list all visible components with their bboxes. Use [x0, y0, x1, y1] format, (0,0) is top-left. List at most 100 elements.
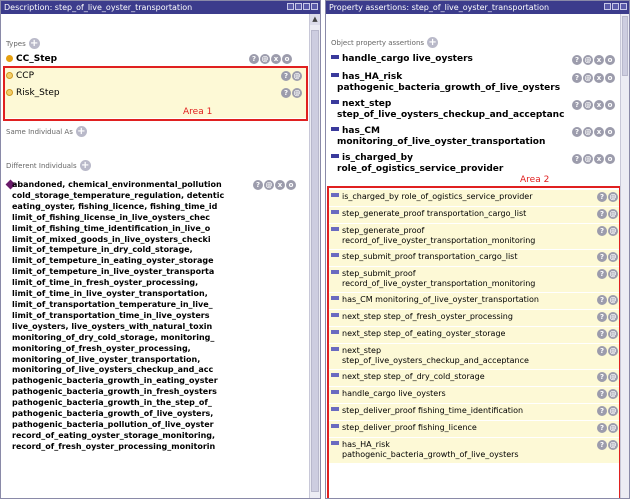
- scroll-up-icon[interactable]: ▲: [310, 14, 320, 25]
- edit-icon[interactable]: @: [583, 73, 593, 83]
- inferred-assertion-row[interactable]: next_step step_of_eating_oyster_storage: [331, 329, 505, 339]
- edit-icon[interactable]: @: [608, 312, 618, 322]
- help-icon[interactable]: ?: [597, 252, 607, 262]
- edit-icon[interactable]: @: [608, 406, 618, 416]
- edit-icon[interactable]: @: [608, 192, 618, 202]
- window-button-icon[interactable]: [303, 3, 310, 10]
- edit-icon[interactable]: @: [608, 252, 618, 262]
- help-icon[interactable]: ?: [597, 192, 607, 202]
- help-icon[interactable]: ?: [597, 295, 607, 305]
- inferred-assertion-row[interactable]: step_submit_proof record_of_live_oyster_t…: [331, 269, 535, 289]
- help-icon[interactable]: ?: [597, 423, 607, 433]
- help-icon[interactable]: ?: [572, 154, 582, 164]
- edit-icon[interactable]: @: [608, 329, 618, 339]
- add-type-icon[interactable]: +: [28, 38, 40, 49]
- help-icon[interactable]: ?: [572, 55, 582, 65]
- help-icon[interactable]: ?: [597, 406, 607, 416]
- help-icon[interactable]: ?: [572, 100, 582, 110]
- edit-icon[interactable]: @: [608, 372, 618, 382]
- edit-icon[interactable]: @: [260, 54, 270, 64]
- help-icon[interactable]: ?: [597, 329, 607, 339]
- property-assertion-row[interactable]: has_HA_risk pathogenic_bacteria_growth_of…: [331, 72, 560, 94]
- help-icon[interactable]: ?: [597, 269, 607, 279]
- edit-icon[interactable]: @: [608, 226, 618, 236]
- confirm-icon[interactable]: o: [605, 127, 615, 137]
- inferred-assertion-row[interactable]: next_step step_of_dry_cold_storage: [331, 372, 485, 382]
- inferred-assertion-row[interactable]: handle_cargo live_oysters: [331, 389, 446, 399]
- edit-icon[interactable]: @: [583, 55, 593, 65]
- inferred-assertion-row[interactable]: next_step step_of_fresh_oyster_processin…: [331, 312, 513, 322]
- help-icon[interactable]: ?: [597, 346, 607, 356]
- window-button-icon[interactable]: [311, 3, 318, 10]
- help-icon[interactable]: ?: [597, 372, 607, 382]
- help-icon[interactable]: ?: [249, 54, 259, 64]
- help-icon[interactable]: ?: [572, 127, 582, 137]
- edit-icon[interactable]: @: [608, 346, 618, 356]
- property-value: step_of_live_oysters_checkup_and_accepta…: [337, 110, 565, 120]
- confirm-icon[interactable]: o: [605, 154, 615, 164]
- inferred-assertion-row[interactable]: has_HA_risk pathogenic_bacteria_growth_of…: [331, 440, 519, 460]
- scroll-thumb[interactable]: [622, 16, 628, 76]
- edit-icon[interactable]: @: [264, 180, 274, 190]
- remove-icon[interactable]: x: [271, 54, 281, 64]
- window-button-icon[interactable]: [295, 3, 302, 10]
- help-icon[interactable]: ?: [597, 209, 607, 219]
- property-assertion-row[interactable]: has_CM monitoring_of_live_oyster_transpor…: [331, 126, 545, 148]
- help-icon[interactable]: ?: [572, 73, 582, 83]
- inferred-assertion-row[interactable]: is_charged_by role_of_ogistics_service_p…: [331, 192, 532, 202]
- edit-icon[interactable]: @: [583, 154, 593, 164]
- inferred-assertion-row[interactable]: step_submit_proof transportation_cargo_l…: [331, 252, 517, 262]
- edit-icon[interactable]: @: [583, 100, 593, 110]
- help-icon[interactable]: ?: [597, 226, 607, 236]
- edit-icon[interactable]: @: [583, 127, 593, 137]
- confirm-icon[interactable]: o: [605, 55, 615, 65]
- inferred-assertion-row[interactable]: step_generate_proof transportation_cargo…: [331, 209, 526, 219]
- edit-icon[interactable]: @: [608, 440, 618, 450]
- help-icon[interactable]: ?: [597, 312, 607, 322]
- confirm-icon[interactable]: o: [605, 73, 615, 83]
- property-name: has_CM: [342, 126, 380, 136]
- add-assertion-icon[interactable]: +: [427, 37, 439, 48]
- confirm-icon[interactable]: o: [286, 180, 296, 190]
- type-item-cc-step[interactable]: CC_Step: [6, 54, 57, 65]
- description-scrollbar[interactable]: ▲: [309, 14, 320, 498]
- remove-icon[interactable]: x: [594, 73, 604, 83]
- property-scrollbar[interactable]: [620, 14, 629, 498]
- remove-icon[interactable]: x: [594, 127, 604, 137]
- window-button-icon[interactable]: [287, 3, 294, 10]
- confirm-icon[interactable]: o: [282, 54, 292, 64]
- help-icon[interactable]: ?: [253, 180, 263, 190]
- add-different-individual-icon[interactable]: +: [79, 160, 91, 171]
- edit-icon[interactable]: @: [608, 389, 618, 399]
- help-icon[interactable]: ?: [597, 389, 607, 399]
- remove-icon[interactable]: x: [594, 100, 604, 110]
- help-icon[interactable]: ?: [597, 440, 607, 450]
- window-button-icon[interactable]: [620, 3, 627, 10]
- remove-icon[interactable]: x: [594, 154, 604, 164]
- add-same-individual-icon[interactable]: +: [75, 126, 87, 137]
- property-assertion-row[interactable]: handle_cargo live_oysters: [331, 54, 473, 65]
- inferred-assertion-row[interactable]: next_step step_of_live_oysters_checkup_an…: [331, 346, 529, 366]
- window-button-icon[interactable]: [612, 3, 619, 10]
- inferred-assertion-row[interactable]: step_deliver_proof fishing_licence: [331, 423, 477, 433]
- inferred-controls: ? @: [597, 252, 618, 262]
- property-assertion-row[interactable]: next_step step_of_live_oysters_checkup_an…: [331, 99, 564, 121]
- scroll-thumb[interactable]: [311, 30, 319, 492]
- edit-icon[interactable]: @: [608, 209, 618, 219]
- edit-icon[interactable]: @: [608, 269, 618, 279]
- property-name: step_generate_proof transportation_cargo…: [342, 209, 527, 218]
- confirm-icon[interactable]: o: [605, 100, 615, 110]
- inferred-assertion-row[interactable]: step_deliver_proof fishing_time_identifi…: [331, 406, 523, 416]
- property-assertion-row[interactable]: is_charged_by role_of_ogistics_service_pr…: [331, 153, 503, 175]
- remove-icon[interactable]: x: [275, 180, 285, 190]
- different-individuals-list[interactable]: abandoned, chemical_environmental_pollut…: [12, 180, 252, 453]
- edit-icon[interactable]: @: [608, 423, 618, 433]
- edit-icon[interactable]: @: [608, 295, 618, 305]
- window-button-icon[interactable]: [604, 3, 611, 10]
- individual-entry: pathogenic_bacteria_growth_in_the_step_o…: [12, 398, 212, 408]
- inferred-assertion-row[interactable]: has_CM monitoring_of_live_oyster_transpo…: [331, 295, 539, 305]
- inferred-controls: ? @: [597, 372, 618, 382]
- remove-icon[interactable]: x: [594, 55, 604, 65]
- inferred-assertion-row[interactable]: step_generate_proof record_of_live_oyster…: [331, 226, 535, 246]
- individual-entry: monitoring_of_live_oysters_checkup_and_a…: [12, 365, 214, 375]
